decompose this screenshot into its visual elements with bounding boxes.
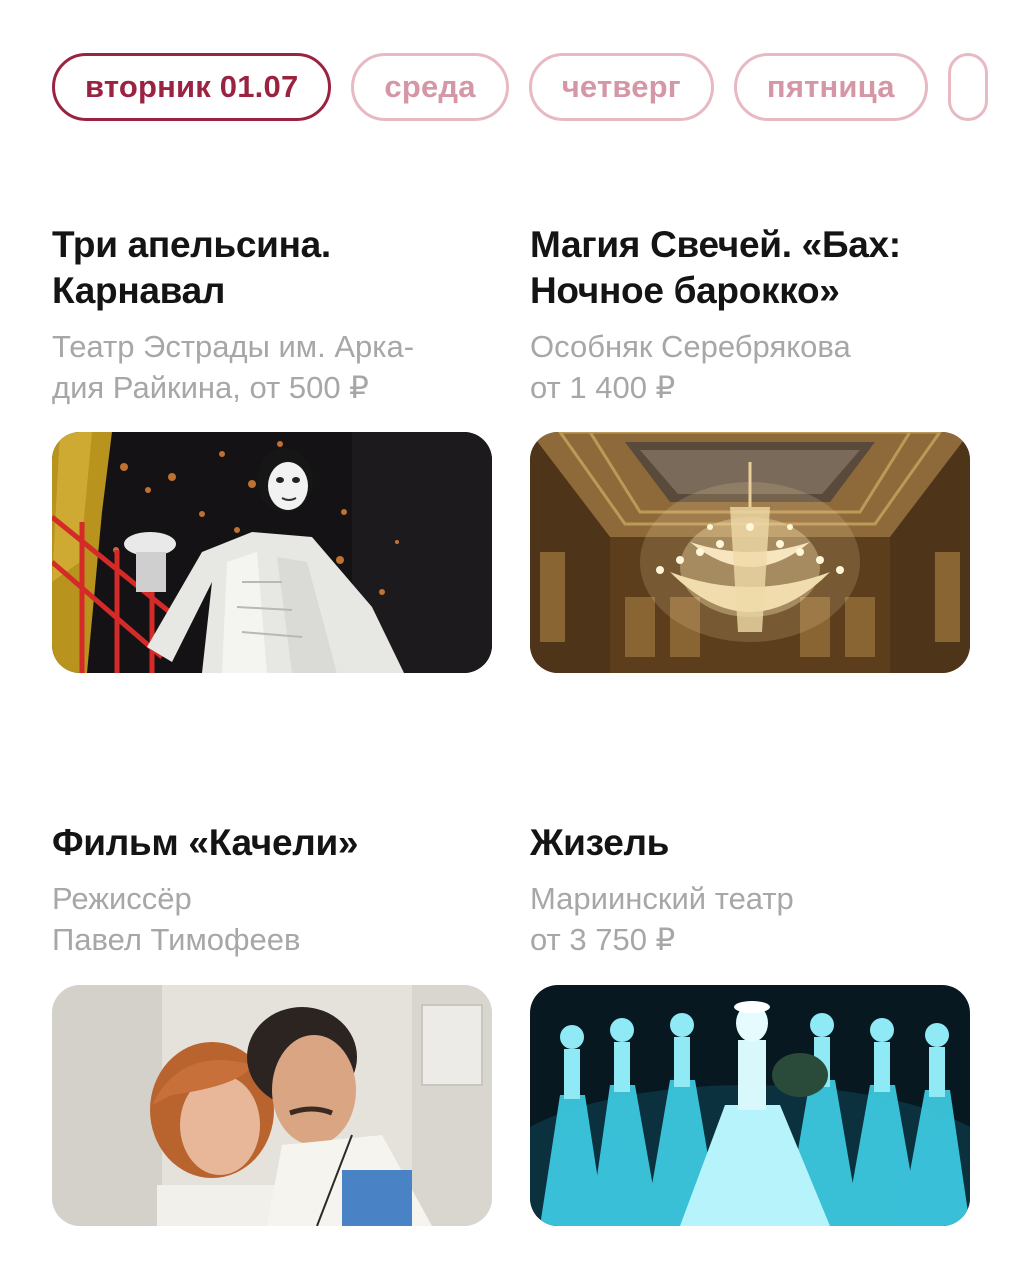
events-page: вторник 01.07 среда четверг пятница Три …	[0, 0, 1024, 1280]
event-subtitle-line: Павел Тимофеев	[52, 922, 301, 957]
event-title-line: Жизель	[530, 822, 670, 863]
film-still-couple-photo[interactable]	[52, 985, 492, 1226]
event-subtitle-line: Мариинский театр	[530, 881, 794, 916]
day-chip-tuesday[interactable]: вторник 01.07	[52, 53, 332, 121]
event-subtitle: Театр Эстрады им. Арка- дия Райкина, от …	[52, 326, 492, 408]
event-subtitle-line: Особняк Серебрякова	[530, 329, 851, 364]
event-subtitle-line: от 1 400 ₽	[530, 370, 676, 405]
chandelier-hall-photo[interactable]	[530, 432, 970, 673]
day-chip-next[interactable]	[947, 53, 988, 121]
event-title-line: Магия Свечей. «Бах:	[530, 224, 901, 265]
event-title-line: Ночное барокко»	[530, 270, 840, 311]
event-title-line: Фильм «Качели»	[52, 822, 359, 863]
event-card[interactable]: Три апельсина. Карнавал Театр Эстрады им…	[52, 222, 492, 673]
event-subtitle-line: дия Райкина, от 500 ₽	[52, 370, 369, 405]
event-title: Фильм «Качели»	[52, 820, 492, 866]
day-chip-wednesday[interactable]: среда	[351, 53, 509, 121]
event-subtitle-line: от 3 750 ₽	[530, 922, 676, 957]
event-title-line: Три апельсина.	[52, 224, 331, 265]
day-chip-friday[interactable]: пятница	[733, 53, 928, 121]
event-subtitle: Особняк Серебрякова от 1 400 ₽	[530, 326, 970, 408]
event-card[interactable]: Фильм «Качели» Режиссёр Павел Тимофеев	[52, 820, 492, 1226]
ballet-dancers-photo[interactable]	[530, 985, 970, 1226]
day-chip-thursday[interactable]: четверг	[528, 53, 714, 121]
theater-performer-photo[interactable]	[52, 432, 492, 673]
event-title: Магия Свечей. «Бах: Ночное барокко»	[530, 222, 970, 314]
event-subtitle-line: Театр Эстрады им. Арка-	[52, 329, 415, 364]
event-title-line: Карнавал	[52, 270, 226, 311]
event-card[interactable]: Магия Свечей. «Бах: Ночное барокко» Особ…	[530, 222, 970, 673]
event-title: Три апельсина. Карнавал	[52, 222, 492, 314]
event-subtitle-line: Режиссёр	[52, 881, 192, 916]
event-title: Жизель	[530, 820, 970, 866]
event-subtitle: Режиссёр Павел Тимофеев	[52, 878, 492, 960]
day-selector: вторник 01.07 среда четверг пятница	[52, 53, 1024, 121]
event-card[interactable]: Жизель Мариинский театр от 3 750 ₽	[530, 820, 970, 1226]
event-subtitle: Мариинский театр от 3 750 ₽	[530, 878, 970, 960]
